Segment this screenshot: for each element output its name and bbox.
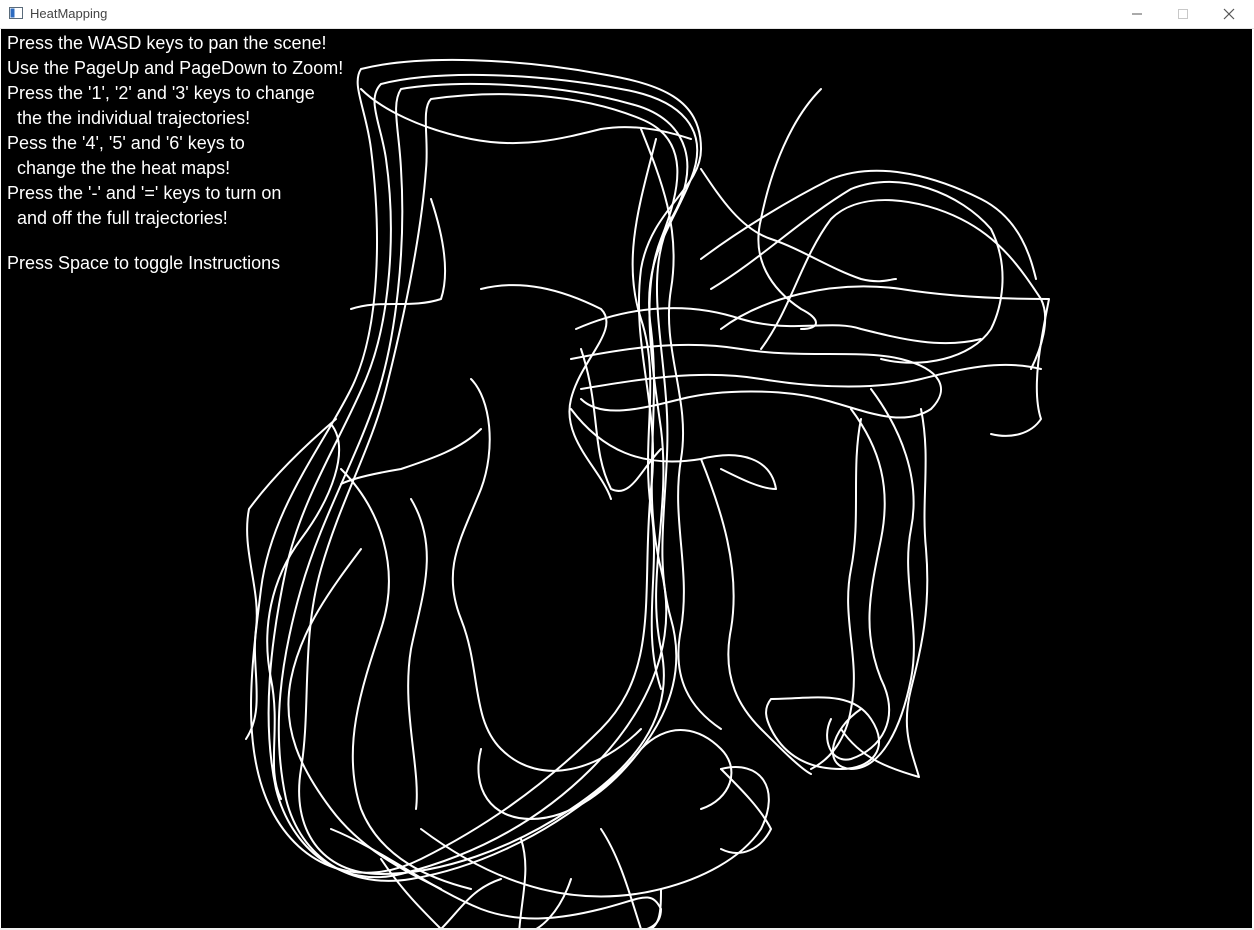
close-icon	[1223, 8, 1235, 20]
minimize-button[interactable]	[1114, 0, 1160, 28]
instruction-line: and off the full trajectories!	[7, 208, 228, 228]
trajectory-path	[330, 828, 662, 928]
trajectory-path	[451, 378, 642, 772]
render-viewport[interactable]: Press the WASD keys to pan the scene! Us…	[1, 29, 1252, 928]
trajectory-path	[600, 828, 662, 928]
trajectory-path	[407, 498, 428, 810]
trajectory-path	[757, 88, 822, 330]
instruction-line: Pess the '4', '5' and '6' keys to	[7, 133, 245, 153]
trajectory-path	[477, 729, 733, 820]
minimize-icon	[1132, 13, 1142, 15]
trajectory-path	[518, 838, 572, 928]
title-bar[interactable]: HeatMapping	[0, 0, 1254, 29]
instruction-line: Press the '1', '2' and '3' keys to chang…	[7, 83, 315, 103]
trajectory-path	[360, 88, 692, 145]
maximize-button[interactable]	[1160, 0, 1206, 28]
instruction-line: change the the heat maps!	[7, 158, 231, 178]
instructions-panel: Press the WASD keys to pan the scene! Us…	[7, 31, 343, 276]
app-window: HeatMapping Press the WASD keys to pan t…	[0, 0, 1254, 930]
trajectory-path	[765, 696, 881, 770]
trajectory-path	[340, 468, 472, 890]
window-title: HeatMapping	[30, 6, 108, 21]
instruction-line: Press the '-' and '=' keys to turn on	[7, 183, 282, 203]
trajectory-path	[380, 858, 502, 928]
trajectory-path	[245, 418, 337, 740]
instruction-line: the the individual trajectories!	[7, 108, 251, 128]
trajectory-path	[840, 408, 929, 778]
trajectory-path	[570, 408, 777, 490]
trajectory-path	[710, 180, 1004, 364]
trajectory-path	[298, 93, 679, 875]
trajectory-path	[420, 766, 770, 898]
trajectory-path	[810, 418, 862, 770]
app-icon	[9, 7, 23, 19]
instruction-line: Use the PageUp and PageDown to Zoom!	[7, 58, 344, 78]
trajectory-path	[720, 285, 1050, 437]
toggle-instruction: Press Space to toggle Instructions	[7, 253, 281, 273]
close-button[interactable]	[1206, 0, 1252, 28]
instruction-line: Press the WASD keys to pan the scene!	[7, 33, 327, 53]
maximize-icon	[1178, 9, 1188, 19]
trajectory-path	[575, 307, 982, 345]
